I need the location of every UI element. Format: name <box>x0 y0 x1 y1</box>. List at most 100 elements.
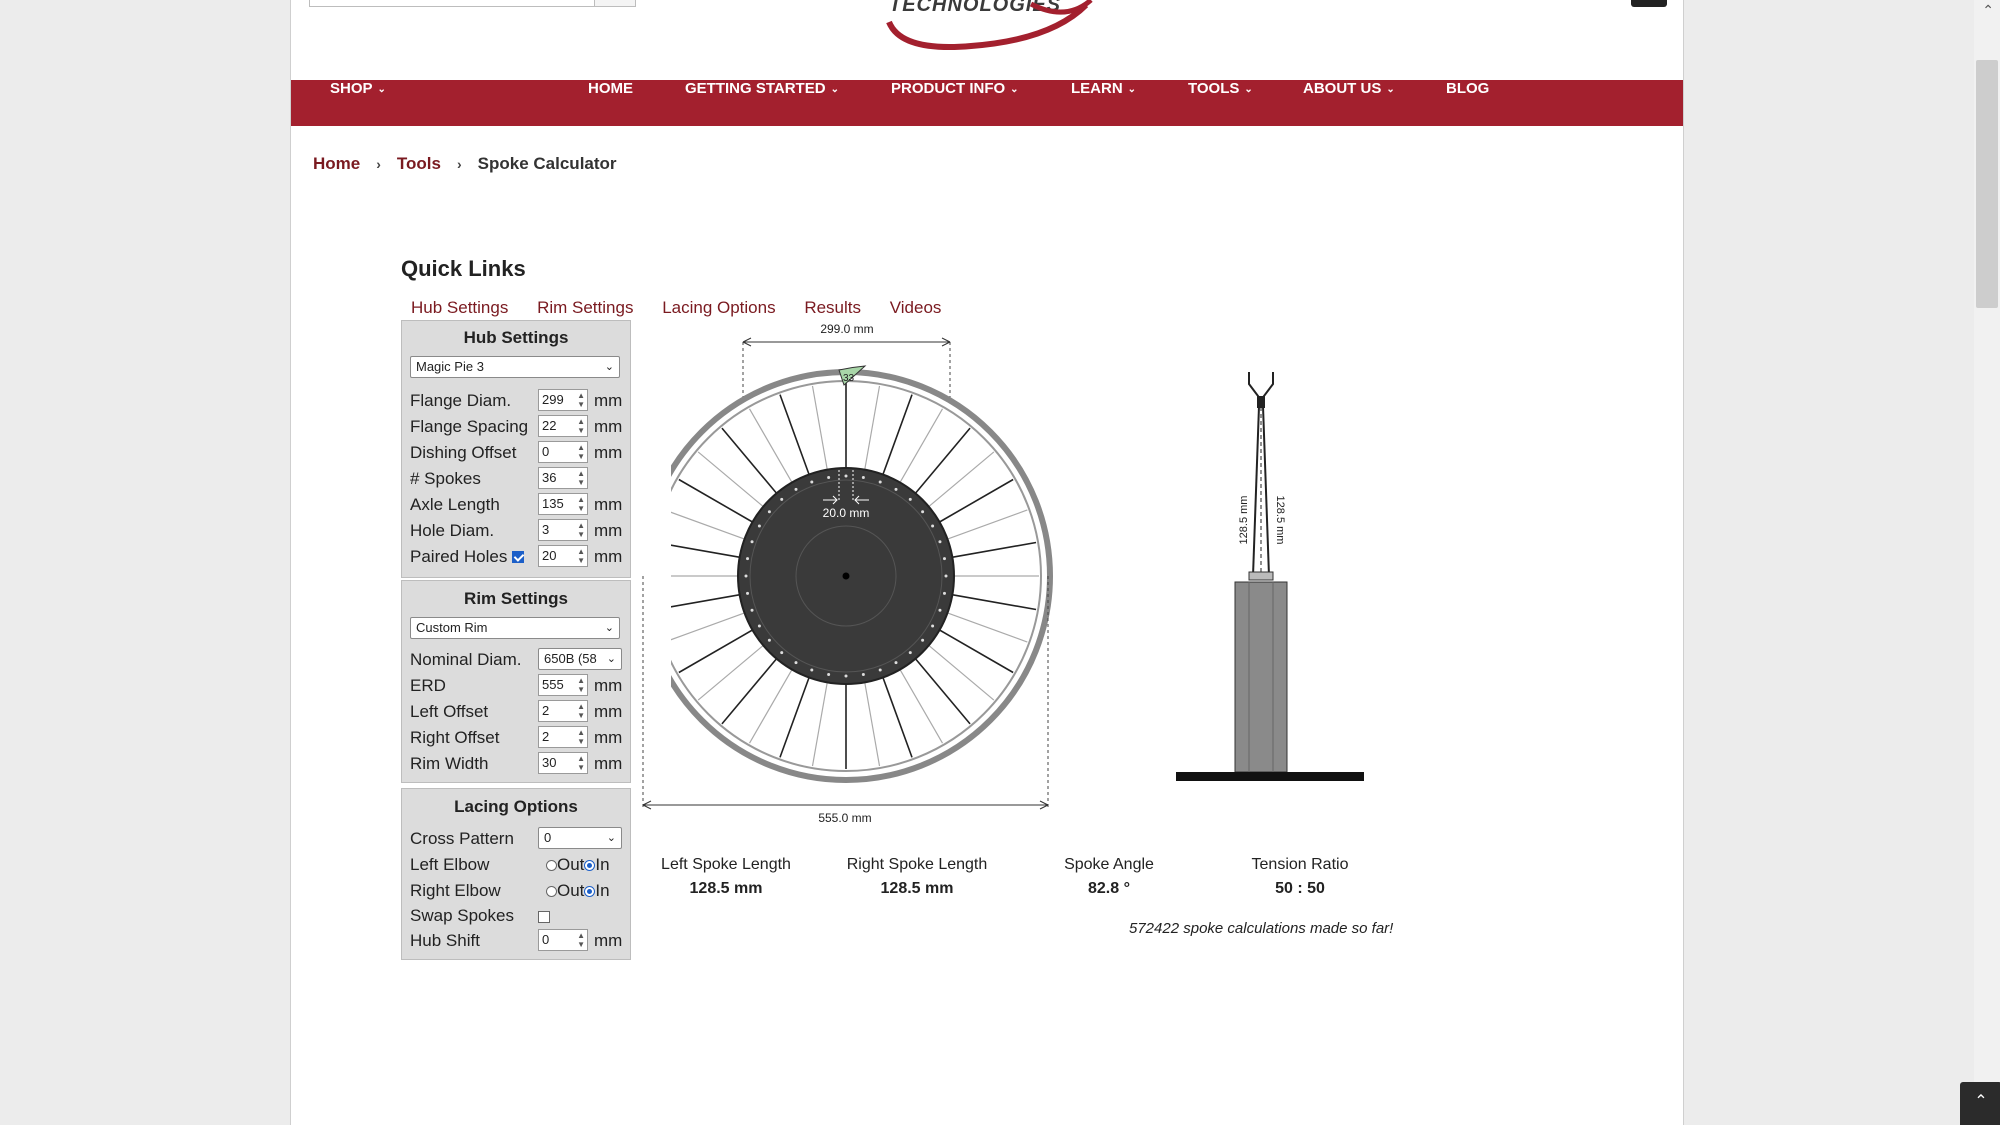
nav-getting-started[interactable]: GETTING STARTED ⌄ <box>685 80 839 126</box>
tension-ratio-value: 50 : 50 <box>1275 880 1325 897</box>
spinner-icon[interactable]: ▲ ▼ <box>577 728 585 746</box>
nominal-diam-select[interactable]: 650B (58 ⌄ <box>538 648 622 670</box>
chevron-right-icon: › <box>456 156 462 172</box>
spinner-icon[interactable]: ▲ ▼ <box>577 521 585 539</box>
right-spoke-length-value: 128.5 mm <box>880 880 954 897</box>
flange-diam-unit: mm <box>594 391 623 410</box>
left-elbow-out-radio[interactable] <box>546 860 557 871</box>
paired-holes-input[interactable]: 20 ▲ ▼ <box>538 545 588 567</box>
chevron-down-icon: ⌄ <box>604 622 614 634</box>
hole-diam-unit: mm <box>594 521 623 540</box>
left-elbow-label: Left Elbow <box>410 855 490 874</box>
nav-product-info[interactable]: PRODUCT INFO ⌄ <box>891 80 1019 126</box>
lacing-options-title: Lacing Options <box>454 797 578 816</box>
hub-body <box>1234 581 1288 773</box>
flange-spacing-label: Flange Spacing <box>410 417 529 436</box>
rim-select[interactable]: Custom Rim ⌄ <box>410 617 620 639</box>
spinner-icon[interactable]: ▲ ▼ <box>577 417 585 435</box>
spinner-icon[interactable]: ▲ ▼ <box>577 676 585 694</box>
nav-learn[interactable]: LEARN ⌄ <box>1071 80 1136 126</box>
scrollbar-thumb[interactable] <box>1976 60 1998 308</box>
chevron-right-icon: › <box>376 156 381 172</box>
quick-link-videos[interactable]: Videos <box>890 298 942 317</box>
flange-diam-input[interactable]: 299 ▲ ▼ <box>538 389 588 411</box>
back-to-top-button[interactable]: ⌃ <box>1960 1082 2000 1125</box>
breadcrumb-tools[interactable]: Tools <box>397 154 441 173</box>
hole-diam-label: Hole Diam. <box>410 521 495 540</box>
spinner-icon[interactable]: ▲ ▼ <box>577 495 585 513</box>
axle-length-unit: mm <box>594 495 623 514</box>
erd-input[interactable]: 555 ▲ ▼ <box>538 674 588 696</box>
search-button[interactable] <box>594 0 636 7</box>
right-elbow-out-label: Out <box>557 881 585 900</box>
quick-link-results[interactable]: Results <box>804 298 861 317</box>
hub-settings-title: Hub Settings <box>463 328 569 347</box>
spinner-icon[interactable]: ▲ ▼ <box>577 469 585 487</box>
paired-holes-unit: mm <box>594 547 623 566</box>
vertical-scrollbar[interactable]: ⌃ ⌄ <box>1974 0 2000 1125</box>
nav-home[interactable]: HOME <box>588 80 633 126</box>
quick-link-hub-settings[interactable]: Hub Settings <box>411 298 508 317</box>
paired-holes-checkbox[interactable] <box>512 551 524 563</box>
left-spoke-length-label: Left Spoke Length <box>661 856 791 873</box>
right-offset-label: Right Offset <box>410 728 500 747</box>
flange-spacing-input[interactable]: 22 ▲ ▼ <box>538 415 588 437</box>
hub-hole <box>908 497 912 501</box>
hole-diam-input[interactable]: 3 ▲ ▼ <box>538 519 588 541</box>
right-elbow-in-radio[interactable] <box>584 886 596 897</box>
hub-hole <box>794 487 798 491</box>
logo-swoosh <box>886 0 1093 50</box>
quick-links: Hub Settings Rim Settings Lacing Options… <box>411 298 965 318</box>
left-spoke-line <box>1252 405 1260 577</box>
hub-select[interactable]: Magic Pie 3 ⌄ <box>410 356 620 378</box>
hub-shift-unit: mm <box>594 931 623 950</box>
cross-pattern-label: Cross Pattern <box>410 829 514 848</box>
spinner-icon[interactable]: ▲ ▼ <box>577 931 585 949</box>
chevron-down-icon: ⌄ <box>377 84 386 95</box>
spokes-input[interactable]: 36 ▲ ▼ <box>538 467 588 489</box>
spinner-icon[interactable]: ▲ ▼ <box>577 547 585 565</box>
right-offset-input[interactable]: 2 ▲ ▼ <box>538 726 588 748</box>
dishing-offset-unit: mm <box>594 443 623 462</box>
breadcrumb-home[interactable]: Home <box>313 154 360 173</box>
nav-shop[interactable]: SHOP ⌄ <box>330 80 386 126</box>
tension-ratio-label: Tension Ratio <box>1251 856 1349 873</box>
flange-dim-label: 299.0 mm <box>820 322 873 336</box>
spinner-icon[interactable]: ▲ ▼ <box>577 754 585 772</box>
main-nav: SHOP ⌄ HOME GETTING STARTED ⌄ PRODUCT INFO… <box>291 80 1683 126</box>
site-logo[interactable]: TECHNOLOGIES <box>881 0 1131 56</box>
rim-width-input[interactable]: 30 ▲ ▼ <box>538 752 588 774</box>
dishing-offset-input[interactable]: 0 ▲ ▼ <box>538 441 588 463</box>
axle-length-input[interactable]: 135 ▲ ▼ <box>538 493 588 515</box>
cross-pattern-select[interactable]: 0 ⌄ <box>538 827 622 849</box>
nav-blog[interactable]: BLOG <box>1446 80 1489 126</box>
swap-spokes-checkbox[interactable] <box>538 911 550 923</box>
hub-hole <box>942 557 946 561</box>
side-profile-diagram: 128.5 mm 128.5 mm <box>1176 372 1364 781</box>
right-length-dim-label: 128.5 mm <box>1274 496 1286 545</box>
spinner-icon[interactable]: ▲ ▼ <box>577 443 585 461</box>
hub-hole <box>827 476 831 480</box>
left-elbow-in-radio[interactable] <box>584 860 596 871</box>
quick-link-rim-settings[interactable]: Rim Settings <box>537 298 633 317</box>
right-elbow-out-radio[interactable] <box>546 886 557 897</box>
left-elbow-in-label: In <box>595 855 610 874</box>
nav-about-us[interactable]: ABOUT US ⌄ <box>1303 80 1395 126</box>
spinner-icon[interactable]: ▲ ▼ <box>577 702 585 720</box>
hub-hole <box>750 540 754 544</box>
nav-tools[interactable]: TOOLS ⌄ <box>1188 80 1253 126</box>
left-elbow-options: Out In <box>546 855 610 875</box>
quick-link-lacing-options[interactable]: Lacing Options <box>662 298 775 317</box>
right-elbow-in-label: In <box>595 881 610 900</box>
spinner-icon[interactable]: ▲ ▼ <box>577 391 585 409</box>
chevron-down-icon: ⌄ <box>606 832 616 844</box>
left-offset-input[interactable]: 2 ▲ ▼ <box>538 700 588 722</box>
hub-settings-panel: Hub Settings Magic Pie 3 ⌄ Flange Diam. 2… <box>401 320 631 578</box>
hub-hole <box>938 540 942 544</box>
cart-button[interactable] <box>1631 0 1667 7</box>
rim-width-unit: mm <box>594 754 623 773</box>
scroll-up-icon[interactable]: ⌃ <box>1982 2 1994 19</box>
hub-shift-input[interactable]: 0 ▲ ▼ <box>538 929 588 951</box>
flange <box>1248 571 1274 581</box>
search-input[interactable] <box>309 0 596 7</box>
